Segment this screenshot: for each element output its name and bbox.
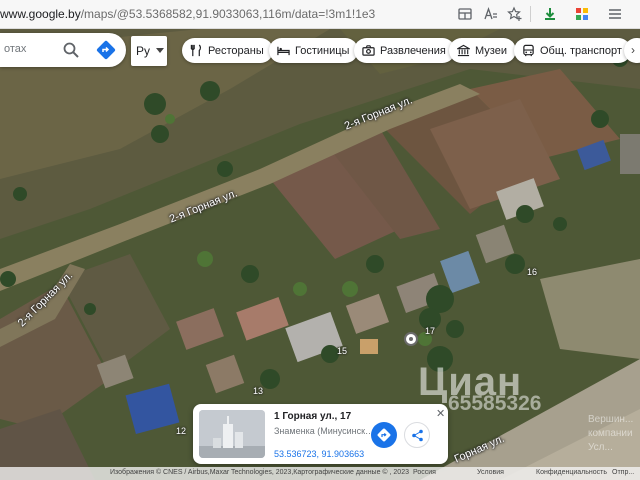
museum-icon xyxy=(457,44,470,57)
chip-museums[interactable]: Музеи xyxy=(449,38,516,63)
house-number: 13 xyxy=(253,386,264,396)
close-icon[interactable]: ✕ xyxy=(436,407,445,420)
share-button[interactable] xyxy=(404,422,430,448)
chevron-right-icon: › xyxy=(631,43,635,57)
browser-address-bar: www.google.by/maps/@53.5368582,91.903306… xyxy=(0,0,640,29)
language-dropdown[interactable]: Ру xyxy=(131,36,167,66)
tab-grid-icon[interactable] xyxy=(456,5,474,23)
bed-icon xyxy=(277,46,290,56)
map-attribution-bar: Изображения © CNES / Airbus,Maxar Techno… xyxy=(0,467,640,480)
chip-label: Рестораны xyxy=(208,44,264,57)
download-icon[interactable] xyxy=(541,5,559,23)
house-number: 12 xyxy=(176,426,187,436)
imagery-credits: Изображения © CNES / Airbus,Maxar Techno… xyxy=(110,469,409,476)
directions-button[interactable] xyxy=(371,422,397,448)
chip-label: Гостиницы xyxy=(295,44,350,57)
watermark-number: 65585326 xyxy=(448,392,542,415)
chip-label: Общ. транспорт xyxy=(540,44,622,57)
extensions-icon[interactable] xyxy=(573,5,591,23)
terms-link[interactable]: Условия xyxy=(477,469,504,476)
house-number: 17 xyxy=(425,326,436,336)
menu-icon[interactable] xyxy=(606,5,624,23)
watermark-side-text: Усл... xyxy=(588,442,613,453)
house-number: 15 xyxy=(337,346,348,356)
location-pin-icon[interactable] xyxy=(404,332,418,346)
watermark-side-text: компании xyxy=(588,428,633,439)
watermark-side-text: Вершин... xyxy=(588,414,634,425)
chip-hotels[interactable]: Гостиницы xyxy=(269,38,359,63)
chip-public-transport[interactable]: Общ. транспорт xyxy=(514,38,631,63)
chip-label: Музеи xyxy=(475,44,507,57)
chevron-down-icon xyxy=(156,48,164,53)
chip-restaurants[interactable]: Рестораны xyxy=(182,38,273,63)
place-card[interactable]: 1 Горная ул., 17 Знаменка (Минусинск… 53… xyxy=(193,404,448,464)
search-icon[interactable] xyxy=(62,41,80,59)
chip-entertainment[interactable]: Развлечения xyxy=(354,38,455,63)
toolbar-divider xyxy=(530,6,531,22)
feedback-link[interactable]: Отпр... xyxy=(612,469,634,476)
directions-icon xyxy=(377,428,391,442)
place-title: 1 Горная ул., 17 xyxy=(274,411,352,422)
search-box[interactable]: отах xyxy=(0,33,126,67)
place-coordinates[interactable]: 53.536723, 91.903663 xyxy=(274,449,364,459)
privacy-link[interactable]: Конфиденциальность xyxy=(536,469,607,476)
reader-mode-icon[interactable] xyxy=(482,5,500,23)
search-input[interactable]: отах xyxy=(4,43,26,55)
chip-label: Развлечения xyxy=(380,44,446,57)
house-number: 16 xyxy=(527,267,538,277)
place-subtitle: Знаменка (Минусинск… xyxy=(274,426,375,436)
share-icon xyxy=(412,429,423,442)
country-link[interactable]: Россия xyxy=(413,469,436,476)
camera-icon xyxy=(362,45,375,56)
favorite-star-icon[interactable] xyxy=(506,5,524,23)
street-view-thumbnail xyxy=(199,410,265,458)
url-path: /maps/@53.5368582,91.9033063,116m/data=!… xyxy=(80,7,376,21)
url-field[interactable]: www.google.by/maps/@53.5368582,91.903306… xyxy=(0,7,375,21)
bus-icon xyxy=(523,44,534,57)
directions-icon[interactable] xyxy=(96,40,116,60)
url-host: www.google.by xyxy=(0,7,81,21)
fork-knife-icon xyxy=(190,44,202,57)
language-label: Ру xyxy=(136,44,151,58)
place-thumbnail[interactable] xyxy=(199,410,265,458)
